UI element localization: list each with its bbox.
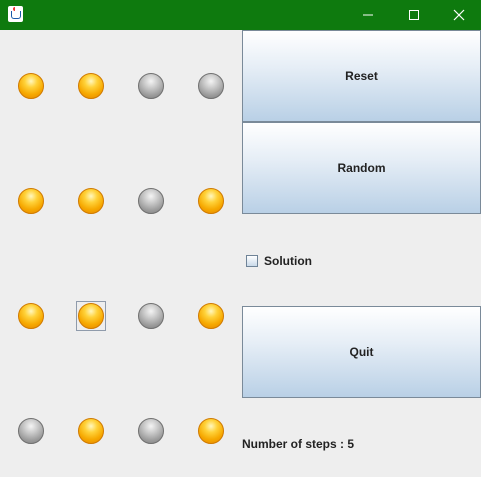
java-cup-icon[interactable]: [8, 6, 23, 22]
reset-button[interactable]: Reset: [242, 30, 481, 122]
light-cell[interactable]: [17, 417, 45, 445]
quit-button[interactable]: Quit: [242, 306, 481, 398]
light-cell[interactable]: [17, 302, 45, 330]
light-on-icon: [198, 303, 224, 329]
solution-checkbox[interactable]: [246, 255, 258, 267]
light-cell[interactable]: [137, 302, 165, 330]
light-off-icon: [138, 303, 164, 329]
light-on-icon: [78, 303, 104, 329]
light-cell[interactable]: [17, 187, 45, 215]
minimize-icon: [363, 14, 373, 16]
light-on-icon: [198, 188, 224, 214]
light-off-icon: [138, 73, 164, 99]
light-board: [0, 30, 242, 477]
light-on-icon: [18, 188, 44, 214]
title-bar[interactable]: [0, 0, 481, 30]
light-cell[interactable]: [137, 72, 165, 100]
solution-toggle[interactable]: Solution: [246, 253, 312, 269]
light-cell[interactable]: [137, 187, 165, 215]
light-cell[interactable]: [197, 72, 225, 100]
light-on-icon: [18, 303, 44, 329]
light-off-icon: [138, 418, 164, 444]
random-button[interactable]: Random: [242, 122, 481, 214]
light-cell[interactable]: [77, 417, 105, 445]
maximize-icon: [409, 10, 419, 20]
light-off-icon: [138, 188, 164, 214]
light-on-icon: [198, 418, 224, 444]
light-on-icon: [18, 73, 44, 99]
light-cell[interactable]: [197, 187, 225, 215]
light-cell[interactable]: [77, 187, 105, 215]
light-cell[interactable]: [76, 301, 106, 331]
maximize-button[interactable]: [391, 0, 437, 30]
light-on-icon: [78, 188, 104, 214]
solution-label: Solution: [264, 254, 312, 268]
light-cell[interactable]: [197, 302, 225, 330]
light-cell[interactable]: [77, 72, 105, 100]
close-button[interactable]: [436, 0, 481, 30]
light-cell[interactable]: [197, 417, 225, 445]
light-cell[interactable]: [137, 417, 165, 445]
close-icon: [453, 9, 465, 21]
light-on-icon: [78, 73, 104, 99]
light-on-icon: [78, 418, 104, 444]
light-off-icon: [198, 73, 224, 99]
light-cell[interactable]: [17, 72, 45, 100]
minimize-button[interactable]: [345, 0, 391, 30]
steps-counter: Number of steps : 5: [242, 437, 355, 451]
light-off-icon: [18, 418, 44, 444]
